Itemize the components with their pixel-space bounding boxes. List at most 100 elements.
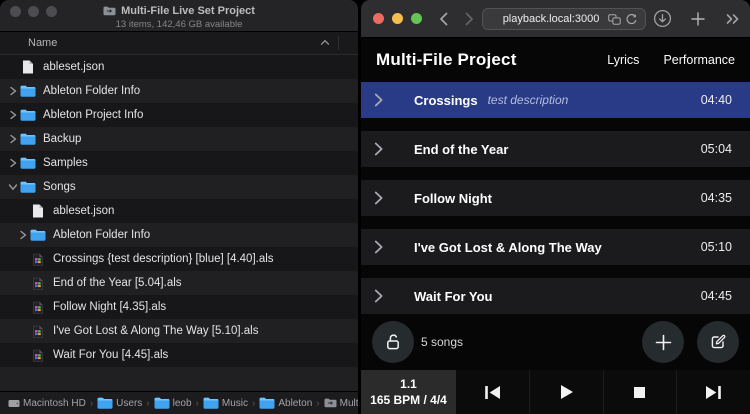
transport-position: 1.1 165 BPM / 4/4: [361, 370, 456, 414]
path-item-label: Music: [222, 398, 248, 409]
file-row[interactable]: Follow Night [4.35].als: [0, 295, 358, 319]
column-name-label[interactable]: Name: [28, 37, 57, 49]
song-title: I've Got Lost & Along The Way: [414, 240, 602, 255]
play-button[interactable]: [529, 370, 603, 414]
disclosure-expanded-icon[interactable]: [6, 183, 20, 191]
file-name: Wait For You [4.45].als: [53, 349, 168, 361]
more-icon[interactable]: [725, 13, 740, 25]
expand-song-icon[interactable]: [373, 239, 384, 255]
file-name: End of the Year [5.04].als: [53, 277, 182, 289]
expand-song-icon[interactable]: [373, 141, 384, 157]
file-row[interactable]: Samples: [0, 151, 358, 175]
back-icon[interactable]: [439, 12, 448, 26]
path-separator: ›: [90, 398, 93, 409]
tempo-readout: 165 BPM / 4/4: [370, 392, 447, 408]
folder-icon: [259, 397, 275, 409]
file-name: Samples: [43, 157, 88, 169]
songs-count: 5 songs: [421, 335, 463, 349]
file-row[interactable]: Ableton Folder Info: [0, 223, 358, 247]
disclosure-collapsed-icon[interactable]: [6, 86, 20, 96]
desktop: Multi-File Live Set Project 13 items, 14…: [0, 0, 750, 414]
disclosure-collapsed-icon[interactable]: [6, 110, 20, 120]
address-bar[interactable]: playback.local:3000: [482, 8, 646, 30]
als-icon: [30, 300, 46, 314]
file-row[interactable]: Songs: [0, 175, 358, 199]
minimize-button[interactable]: [392, 13, 403, 24]
lock-button[interactable]: [372, 321, 414, 363]
stop-button[interactable]: [603, 370, 677, 414]
disclosure-collapsed-icon[interactable]: [16, 230, 30, 240]
file-row[interactable]: Ableton Folder Info: [0, 79, 358, 103]
file-name: I've Got Lost & Along The Way [5.10].als: [53, 325, 258, 337]
folder-icon: [97, 397, 113, 409]
app-header: Multi-File Project Lyrics Performance: [361, 38, 750, 82]
file-icon: [30, 204, 46, 218]
zoom-button[interactable]: [46, 6, 57, 17]
file-name: Backup: [43, 133, 81, 145]
download-icon[interactable]: [653, 9, 672, 28]
app-title: Multi-File Project: [376, 50, 517, 70]
folder-icon: [154, 397, 170, 409]
translate-icon[interactable]: [608, 14, 621, 25]
song-row[interactable]: Follow Night04:35: [361, 180, 750, 216]
song-row[interactable]: Wait For You04:45: [361, 278, 750, 314]
zoom-button[interactable]: [411, 13, 422, 24]
new-tab-icon[interactable]: [691, 12, 705, 26]
file-row[interactable]: End of the Year [5.04].als: [0, 271, 358, 295]
reload-icon[interactable]: [625, 13, 638, 26]
file-row[interactable]: Wait For You [4.45].als: [0, 343, 358, 367]
minimize-button[interactable]: [28, 6, 39, 17]
file-row[interactable]: ableset.json: [0, 199, 358, 223]
column-divider[interactable]: [338, 36, 339, 50]
song-row[interactable]: I've Got Lost & Along The Way05:10: [361, 229, 750, 265]
edit-setlist-button[interactable]: [697, 321, 739, 363]
forward-icon[interactable]: [465, 12, 474, 26]
browser-toolbar: playback.local:3000: [361, 0, 750, 38]
disclosure-collapsed-icon[interactable]: [6, 134, 20, 144]
path-item[interactable]: Multi-File Live Set Project: [324, 398, 358, 409]
action-bar: 5 songs: [361, 314, 750, 370]
close-button[interactable]: [373, 13, 384, 24]
file-name: ableset.json: [43, 61, 104, 73]
file-row[interactable]: Backup: [0, 127, 358, 151]
path-item[interactable]: Music: [203, 397, 248, 409]
file-row[interactable]: Crossings {test description} [blue] [4.4…: [0, 247, 358, 271]
song-description: test description: [488, 93, 569, 107]
file-row[interactable]: I've Got Lost & Along The Way [5.10].als: [0, 319, 358, 343]
file-name: Follow Night [4.35].als: [53, 301, 166, 313]
song-row[interactable]: End of the Year05:04: [361, 131, 750, 167]
song-row[interactable]: Crossingstest description04:40: [361, 82, 750, 118]
disclosure-collapsed-icon[interactable]: [6, 158, 20, 168]
song-duration: 04:45: [701, 289, 732, 303]
nav-performance[interactable]: Performance: [663, 53, 735, 67]
project-icon: [324, 398, 337, 408]
file-row[interactable]: Ableton Project Info: [0, 103, 358, 127]
path-item[interactable]: Users: [97, 397, 142, 409]
song-duration: 04:40: [701, 93, 732, 107]
expand-song-icon[interactable]: [373, 190, 384, 206]
expand-song-icon[interactable]: [373, 288, 384, 304]
bar-beat-readout: 1.1: [400, 376, 417, 392]
playback-app: Multi-File Project Lyrics Performance Cr…: [361, 38, 750, 414]
expand-song-icon[interactable]: [373, 92, 384, 108]
skip-back-button[interactable]: [456, 370, 529, 414]
path-item[interactable]: Macintosh HD: [8, 398, 86, 409]
path-item-label: Users: [116, 398, 142, 409]
finder-window: Multi-File Live Set Project 13 items, 14…: [0, 0, 358, 414]
add-song-button[interactable]: [642, 321, 684, 363]
status-text: 13 items, 142,46 GB available: [0, 18, 358, 31]
skip-forward-button[interactable]: [676, 370, 750, 414]
path-item[interactable]: Ableton: [259, 397, 312, 409]
als-icon: [30, 252, 46, 266]
nav-lyrics[interactable]: Lyrics: [607, 53, 639, 67]
finder-titlebar[interactable]: Multi-File Live Set Project 13 items, 14…: [0, 0, 358, 32]
path-item[interactable]: leob: [154, 397, 192, 409]
folder-proxy-icon[interactable]: [103, 6, 116, 16]
file-row[interactable]: ableset.json: [0, 55, 358, 79]
path-separator: ›: [252, 398, 255, 409]
sort-ascending-icon[interactable]: [320, 39, 330, 46]
folder-icon: [20, 85, 36, 97]
column-header[interactable]: Name: [0, 32, 358, 55]
close-button[interactable]: [10, 6, 21, 17]
als-icon: [30, 324, 46, 338]
